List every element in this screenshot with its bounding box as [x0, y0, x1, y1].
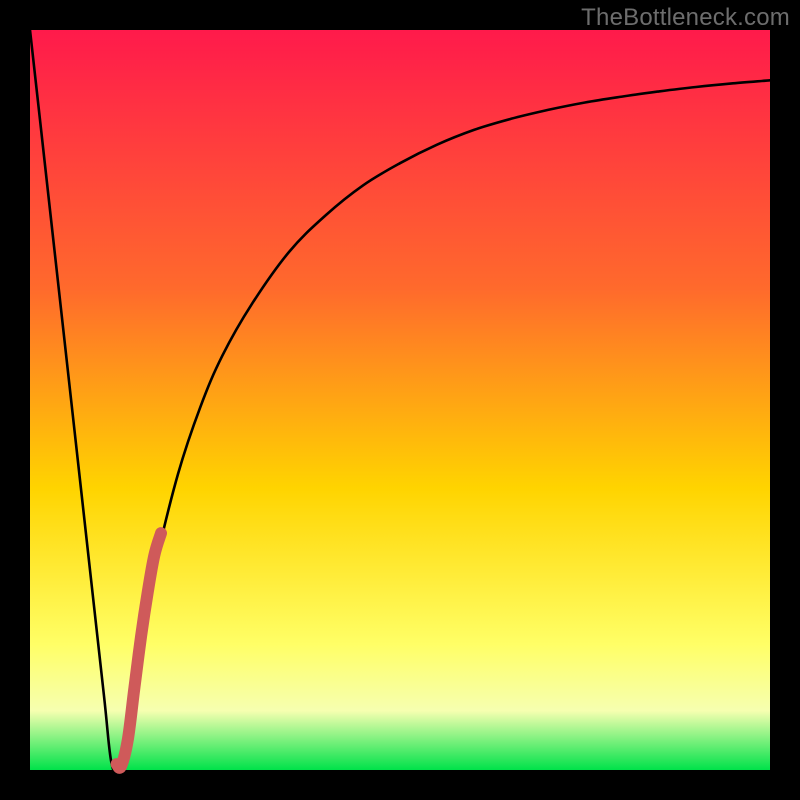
watermark-text: TheBottleneck.com [581, 4, 790, 32]
bottleneck-chart [0, 0, 800, 800]
chart-frame: { "watermark": "TheBottleneck.com", "col… [0, 0, 800, 800]
